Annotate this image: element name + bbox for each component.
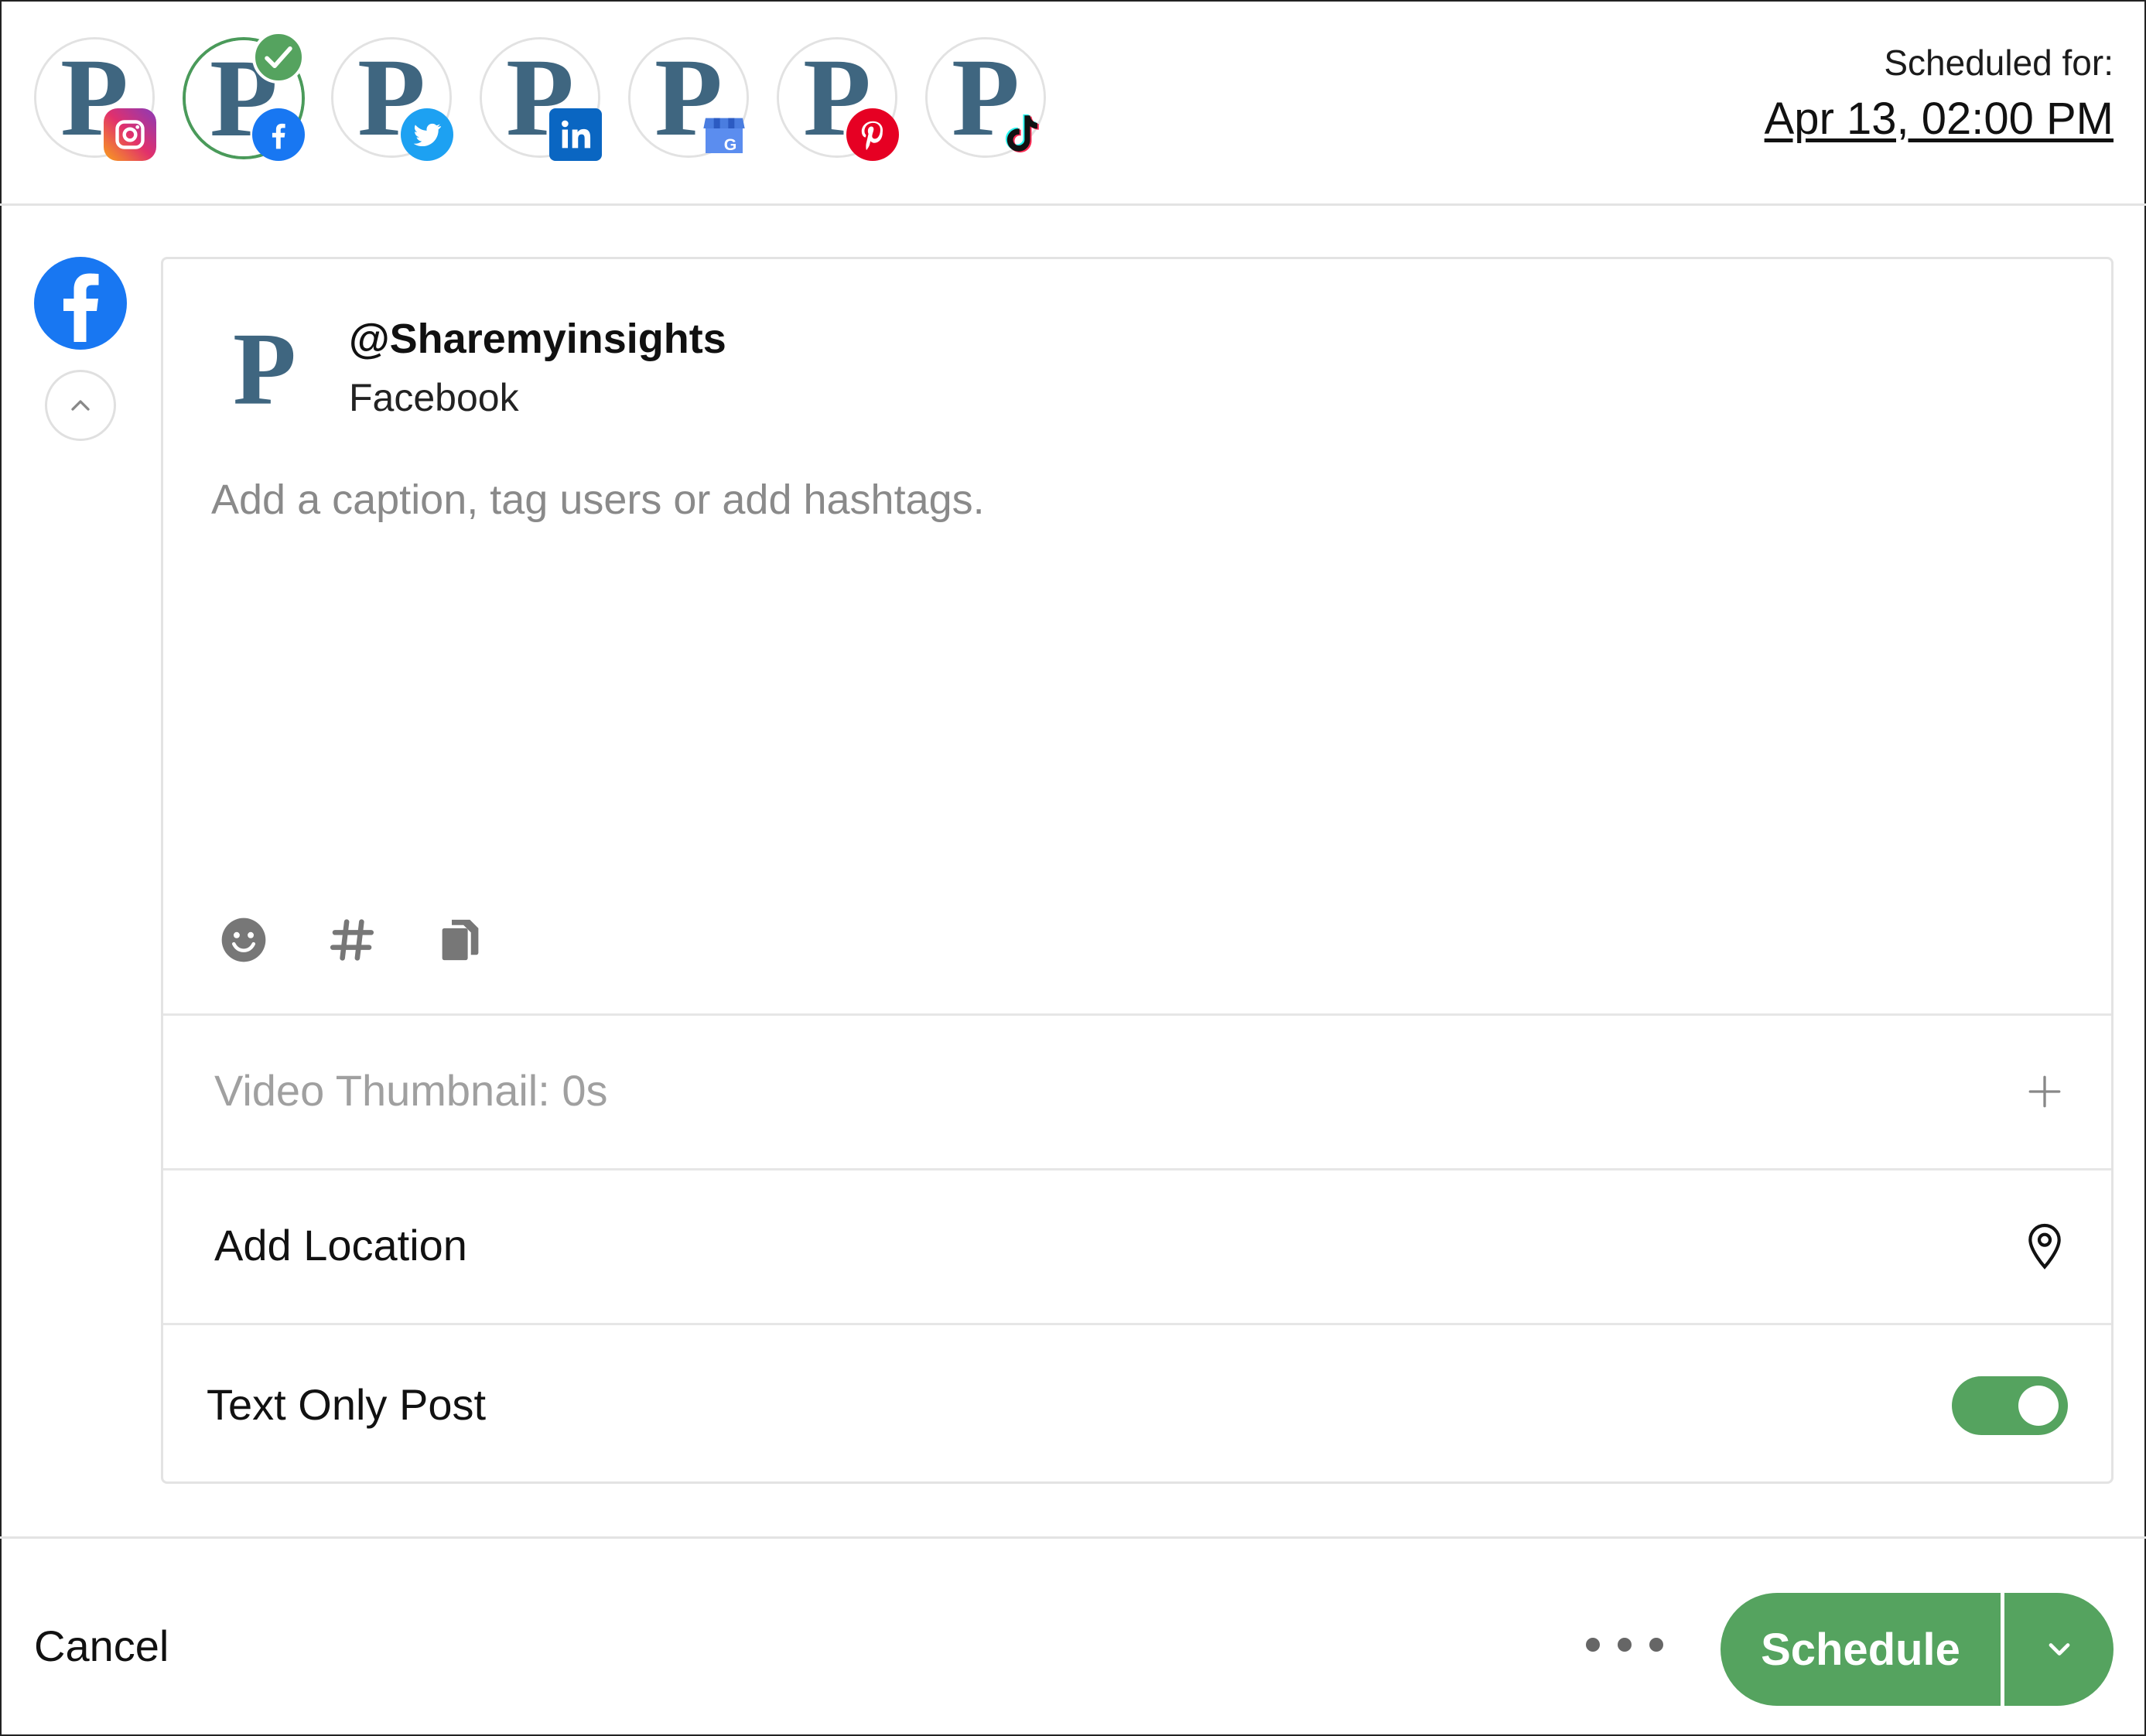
add-location-row[interactable]: Add Location (163, 1168, 2111, 1323)
account-tiktok[interactable]: P (925, 37, 1046, 158)
account-handle: @Sharemyinsights (349, 316, 726, 362)
emoji-icon (221, 918, 266, 962)
instagram-icon (104, 108, 156, 161)
post-card: P @Sharemyinsights Facebook Video Thumbn… (161, 257, 2114, 1484)
scheduled-date-link[interactable]: Apr 13, 02:00 PM (1765, 93, 2114, 145)
emoji-button[interactable] (213, 909, 275, 971)
add-location-label: Add Location (214, 1221, 467, 1270)
twitter-icon (401, 108, 453, 161)
account-pinterest[interactable]: P (777, 37, 899, 161)
scheduled-for-label: Scheduled for: (1884, 43, 2114, 83)
schedule-button[interactable]: Schedule (1721, 1593, 2001, 1706)
header: P P P P P G P P Scheduled for: Apr 13, 0… (0, 0, 2146, 206)
video-thumbnail-label: Video Thumbnail: 0s (214, 1066, 608, 1115)
caption-input[interactable] (211, 476, 2052, 940)
more-options-icon[interactable] (1586, 1625, 1663, 1664)
toggle-knob (2018, 1386, 2059, 1426)
selected-check-icon (252, 31, 305, 84)
schedule-options-button[interactable] (2002, 1593, 2114, 1706)
account-twitter[interactable]: P (331, 37, 453, 161)
account-facebook[interactable]: P (183, 31, 305, 161)
facebook-icon (34, 257, 127, 350)
account-instagram[interactable]: P (34, 37, 156, 161)
hashtag-button[interactable] (321, 909, 383, 971)
hashtag-icon (330, 919, 374, 961)
google-business-icon: G (698, 108, 750, 161)
plus-icon[interactable] (2021, 1068, 2068, 1115)
account-linkedin[interactable]: P (480, 37, 602, 161)
account-google-business[interactable]: P G (628, 37, 749, 158)
svg-text:G: G (724, 135, 737, 154)
chevron-down-icon (2049, 1643, 2069, 1656)
text-only-post-row: Text Only Post (163, 1323, 2111, 1481)
cancel-button[interactable]: Cancel (34, 1621, 169, 1671)
brand-avatar: P (213, 316, 316, 420)
footer: Cancel Schedule (0, 1536, 2146, 1736)
tiktok-icon (995, 108, 1047, 161)
facebook-icon (252, 108, 305, 161)
chevron-up-icon (71, 400, 90, 411)
collapse-button[interactable] (45, 370, 116, 441)
text-only-post-label: Text Only Post (207, 1380, 487, 1429)
video-thumbnail-row[interactable]: Video Thumbnail: 0s (163, 1013, 2111, 1168)
pinterest-icon (846, 108, 899, 161)
location-pin-icon[interactable] (2021, 1220, 2068, 1274)
text-only-post-toggle[interactable] (1952, 1376, 2068, 1435)
account-network: Facebook (349, 376, 519, 419)
copy-icon (442, 919, 479, 961)
linkedin-icon (549, 108, 602, 161)
copy-button[interactable] (429, 909, 491, 971)
svg-text:P: P (233, 316, 296, 420)
